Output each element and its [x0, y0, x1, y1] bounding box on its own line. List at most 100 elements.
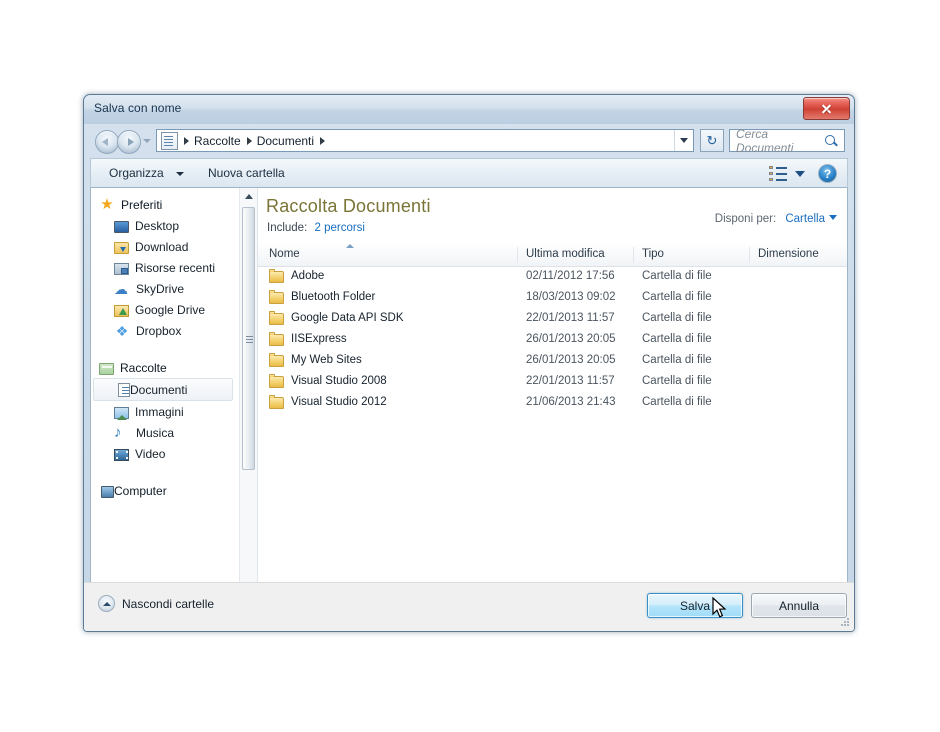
dialog-footer: Nascondi cartelle Salva Annulla — [84, 582, 854, 631]
arrange-by: Disponi per: Cartella — [715, 213, 837, 225]
sidebar-group-label: Computer — [114, 483, 167, 498]
row-type: Cartella di file — [642, 396, 712, 408]
search-icon — [824, 134, 838, 148]
sidebar-item-download[interactable]: Download — [91, 236, 237, 257]
command-toolbar: Organizza Nuova cartella ? — [90, 158, 848, 188]
column-header-nome[interactable]: Nome — [269, 248, 300, 260]
music-icon: ♪ — [114, 423, 122, 441]
save-button[interactable]: Salva — [647, 593, 743, 618]
sidebar-group-raccolte[interactable]: Raccolte — [91, 357, 237, 378]
close-icon[interactable] — [803, 97, 850, 120]
chevron-down-icon-organize[interactable] — [176, 172, 184, 176]
hide-folders-button[interactable]: Nascondi cartelle — [98, 595, 214, 612]
view-mode-icon[interactable] — [769, 166, 787, 181]
row-name: Visual Studio 2012 — [291, 396, 387, 408]
row-type: Cartella di file — [642, 375, 712, 387]
folder-icon — [269, 332, 284, 346]
folder-icon — [269, 353, 284, 367]
help-icon[interactable]: ? — [818, 164, 837, 183]
table-row[interactable]: My Web Sites 26/01/2013 20:05 Cartella d… — [258, 351, 847, 372]
search-input[interactable]: Cerca Documenti — [729, 127, 845, 155]
back-arrow-icon[interactable] — [95, 130, 119, 154]
desktop-icon — [114, 220, 129, 233]
folder-icon — [269, 374, 284, 388]
include-label: Include: — [267, 222, 308, 234]
breadcrumb-separator-icon — [320, 136, 326, 145]
sidebar-item-label: Documenti — [130, 382, 188, 397]
table-row[interactable]: Bluetooth Folder 18/03/2013 09:02 Cartel… — [258, 288, 847, 309]
pictures-icon — [114, 406, 129, 420]
navigation-pane: ★ Preferiti Desktop Download Risorse rec… — [91, 188, 258, 605]
computer-icon — [101, 485, 114, 498]
row-type: Cartella di file — [642, 270, 712, 282]
folder-icon — [269, 290, 284, 304]
row-name: IISExpress — [291, 333, 347, 345]
address-bar[interactable]: Raccolte Documenti — [156, 129, 694, 152]
refresh-icon[interactable]: ↻ — [700, 129, 724, 152]
chevron-down-icon-view[interactable] — [795, 171, 805, 177]
breadcrumb-documenti[interactable]: Documenti — [257, 134, 314, 148]
sidebar-item-label: Download — [135, 239, 189, 254]
sidebar-item-immagini[interactable]: Immagini — [91, 401, 237, 422]
chevron-up-circle-icon — [98, 595, 115, 612]
table-row[interactable]: Adobe 02/11/2012 17:56 Cartella di file — [258, 267, 847, 288]
include-value-link[interactable]: 2 percorsi — [314, 222, 365, 234]
row-modified: 21/06/2013 21:43 — [526, 396, 616, 408]
dialog-title: Salva con nome — [94, 101, 182, 115]
resize-grip[interactable] — [840, 618, 850, 628]
file-rows: Adobe 02/11/2012 17:56 Cartella di file … — [258, 267, 847, 414]
row-name: Google Data API SDK — [291, 312, 404, 324]
recent-places-icon — [114, 262, 129, 275]
chevron-down-icon-arrange[interactable] — [829, 215, 837, 220]
library-title: Raccolta Documenti — [266, 196, 431, 216]
column-header-dimensione[interactable]: Dimensione — [758, 248, 819, 260]
row-name: Visual Studio 2008 — [291, 375, 387, 387]
table-row[interactable]: IISExpress 26/01/2013 20:05 Cartella di … — [258, 330, 847, 351]
cancel-button[interactable]: Annulla — [751, 593, 847, 618]
navigation-bar: Raccolte Documenti ↻ Cerca Documenti — [84, 124, 854, 158]
folder-icon — [269, 269, 284, 283]
sidebar-item-risorse-recenti[interactable]: Risorse recenti — [91, 257, 237, 278]
table-row[interactable]: Google Data API SDK 22/01/2013 11:57 Car… — [258, 309, 847, 330]
sidebar-group-label: Raccolte — [120, 360, 167, 375]
new-folder-button[interactable]: Nuova cartella — [208, 166, 285, 180]
arrange-value-link[interactable]: Cartella — [785, 213, 825, 225]
sidebar-item-google-drive[interactable]: Google Drive — [91, 299, 237, 320]
sidebar-item-label: Immagini — [135, 404, 184, 419]
sidebar-scrollbar[interactable] — [239, 188, 257, 605]
google-drive-icon — [114, 304, 129, 317]
forward-arrow-icon[interactable] — [117, 130, 141, 154]
chevron-down-icon-address[interactable] — [674, 130, 693, 151]
scroll-up-icon[interactable] — [240, 188, 257, 205]
file-list-pane: Raccolta Documenti Include: 2 percorsi D… — [258, 188, 847, 605]
sidebar-item-desktop[interactable]: Desktop — [91, 215, 237, 236]
sidebar-item-video[interactable]: Video — [91, 443, 237, 464]
row-name: My Web Sites — [291, 354, 362, 366]
table-row[interactable]: Visual Studio 2012 21/06/2013 21:43 Cart… — [258, 393, 847, 414]
sidebar-item-label: Desktop — [135, 218, 180, 233]
column-header-ultima-modifica[interactable]: Ultima modifica — [526, 248, 605, 260]
row-modified: 22/01/2013 11:57 — [526, 375, 615, 387]
sidebar-group-preferiti[interactable]: ★ Preferiti — [91, 194, 237, 215]
sidebar-item-musica[interactable]: ♪ Musica — [91, 422, 237, 443]
organize-button[interactable]: Organizza — [109, 166, 164, 180]
sidebar-item-label: Musica — [136, 425, 175, 440]
row-type: Cartella di file — [642, 333, 712, 345]
sidebar-item-dropbox[interactable]: ❖ Dropbox — [91, 320, 237, 341]
hide-folders-label: Nascondi cartelle — [122, 596, 215, 611]
table-row[interactable]: Visual Studio 2008 22/01/2013 11:57 Cart… — [258, 372, 847, 393]
sidebar-item-documenti[interactable]: Documenti — [93, 378, 233, 401]
column-header-tipo[interactable]: Tipo — [642, 248, 664, 260]
sidebar-item-skydrive[interactable]: ☁ SkyDrive — [91, 278, 237, 299]
star-icon: ★ — [100, 195, 114, 213]
sidebar-group-label: Preferiti — [121, 197, 163, 212]
sidebar-group-computer[interactable]: Computer — [91, 480, 237, 501]
chevron-down-icon-history[interactable] — [143, 139, 151, 143]
breadcrumb-raccolte[interactable]: Raccolte — [194, 134, 241, 148]
dialog-titlebar[interactable]: Salva con nome — [84, 95, 854, 124]
scrollbar-thumb[interactable] — [242, 207, 255, 470]
row-modified: 26/01/2013 20:05 — [526, 333, 616, 345]
sort-ascending-icon — [346, 244, 354, 248]
dropbox-icon: ❖ — [115, 322, 129, 339]
